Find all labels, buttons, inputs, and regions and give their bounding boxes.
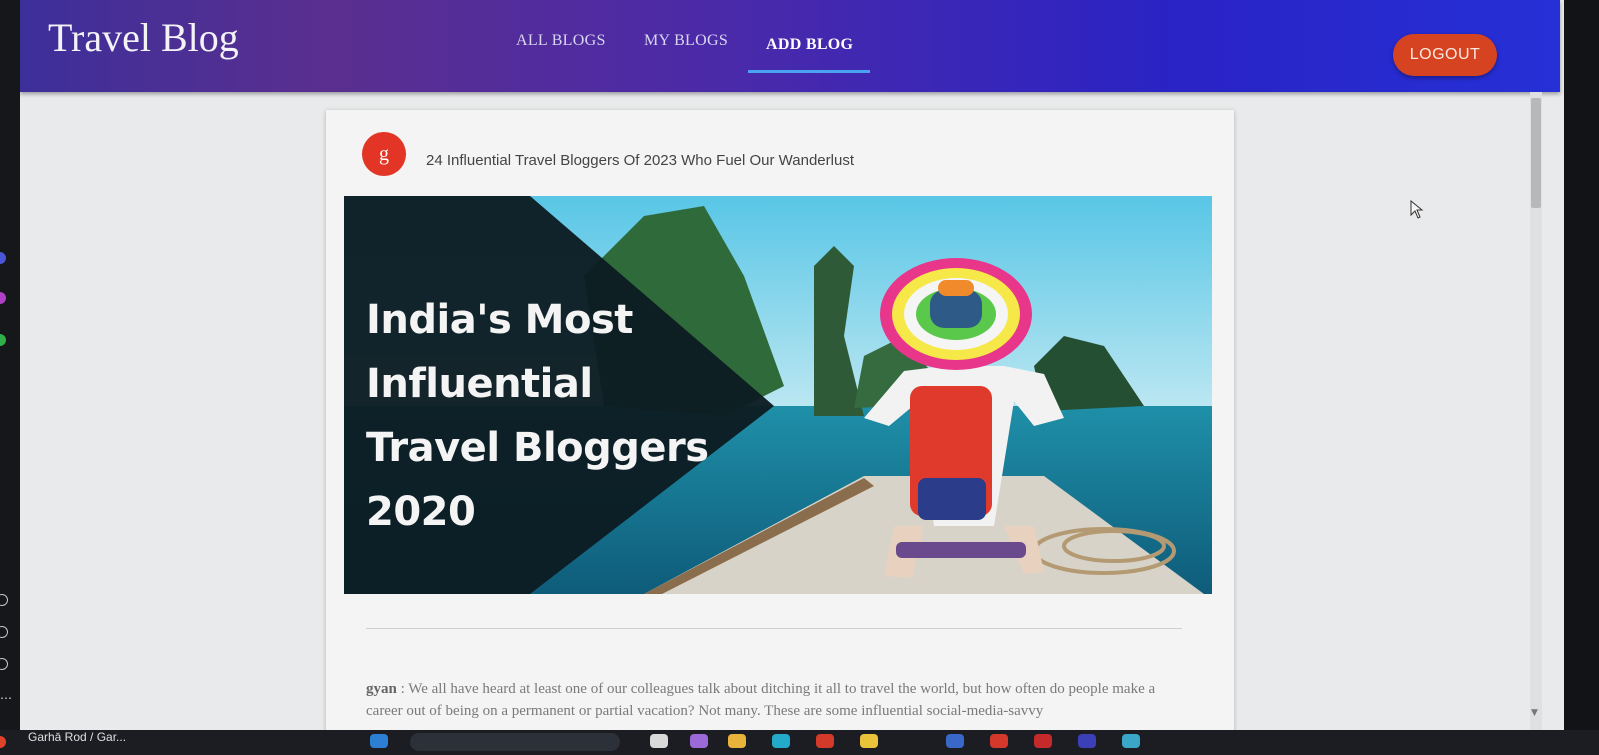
taskbar-search[interactable]: [410, 733, 620, 751]
taskbar: Garhā Rod / Gar...: [0, 730, 1599, 755]
post-excerpt: gyan : We all have heard at least one of…: [366, 678, 1186, 722]
taskbar-window-label[interactable]: Garhā Rod / Gar...: [28, 730, 126, 744]
history-icon[interactable]: [0, 658, 8, 670]
chat-icon[interactable]: [0, 626, 8, 638]
logout-button[interactable]: LOGOUT: [1393, 34, 1497, 76]
browser-icon[interactable]: [772, 734, 790, 748]
author-avatar: g: [362, 132, 406, 176]
brand-title[interactable]: Travel Blog: [48, 14, 239, 61]
more-icon[interactable]: …: [0, 688, 12, 702]
browser-viewport: Travel Blog ALL BLOGS MY BLOGS ADD BLOG …: [20, 0, 1564, 730]
post-cover-image: India's Most Influential Travel Bloggers…: [344, 196, 1212, 594]
cover-headline-line: Influential: [366, 361, 593, 407]
app-dot-icon[interactable]: [0, 334, 6, 346]
folder-icon[interactable]: [728, 734, 746, 748]
blog-card: g 24 Influential Travel Bloggers Of 2023…: [326, 110, 1234, 730]
app-dot-icon[interactable]: [0, 252, 6, 264]
nav-tab-my-blogs[interactable]: MY BLOGS: [644, 32, 728, 50]
app-icon[interactable]: [990, 734, 1008, 748]
nav-tab-all-blogs[interactable]: ALL BLOGS: [516, 32, 606, 50]
content-divider: [366, 628, 1182, 629]
chat-app-icon[interactable]: [690, 734, 708, 748]
nav-tab-add-blog[interactable]: ADD BLOG: [766, 36, 853, 54]
app-bar: Travel Blog ALL BLOGS MY BLOGS ADD BLOG …: [20, 0, 1560, 92]
cover-headline: India's Most Influential Travel Bloggers…: [366, 288, 786, 544]
post-title: 24 Influential Travel Bloggers Of 2023 W…: [426, 152, 854, 169]
windows-start-icon[interactable]: [370, 734, 388, 748]
scrollbar-thumb[interactable]: [1531, 98, 1541, 208]
author-separator: :: [396, 681, 409, 697]
app-icon[interactable]: [946, 734, 964, 748]
cover-headline-line: India's Most: [366, 297, 633, 343]
app-icon[interactable]: [1078, 734, 1096, 748]
cover-headline-line: 2020: [366, 489, 476, 535]
clock-icon[interactable]: [0, 594, 8, 606]
app-icon[interactable]: [1034, 734, 1052, 748]
app-icon[interactable]: [1122, 734, 1140, 748]
file-icon[interactable]: [650, 734, 668, 748]
desktop-left-strip: …: [0, 0, 20, 730]
app-dot-icon[interactable]: [0, 736, 6, 748]
post-author: gyan: [366, 681, 397, 697]
pointer-cursor-icon: [1410, 200, 1424, 219]
chevron-down-icon[interactable]: ▼: [1531, 708, 1538, 718]
app-dot-icon[interactable]: [0, 292, 6, 304]
post-body-text: We all have heard at least one of our co…: [366, 681, 1156, 719]
active-tab-indicator: [748, 70, 870, 73]
cover-headline-line: Travel Bloggers: [366, 425, 709, 471]
app-icon[interactable]: [816, 734, 834, 748]
chrome-icon[interactable]: [860, 734, 878, 748]
